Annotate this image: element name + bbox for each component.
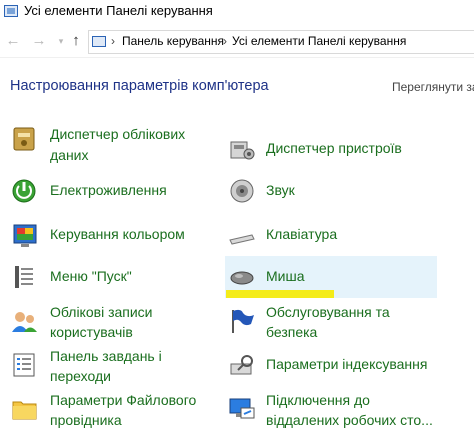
- mouse-icon: [230, 271, 254, 285]
- item-security-maintenance[interactable]: Обслуговування та безпека: [225, 300, 437, 344]
- credential-manager-icon: [13, 127, 35, 151]
- item-label: даних: [50, 147, 89, 163]
- remote-desktop-icon: [229, 398, 255, 419]
- item-label: Обслуговування та: [266, 304, 390, 320]
- item-label: Керування кольором: [50, 226, 185, 242]
- speaker-icon: [230, 179, 254, 203]
- item-label: провідника: [50, 412, 122, 428]
- item-label: Параметри Файлового: [50, 392, 197, 408]
- title-bar: Усі елементи Панелі керування: [0, 0, 474, 24]
- start-menu-icon: [15, 266, 33, 288]
- color-management-icon: [13, 224, 37, 247]
- item-label: Параметри індексування: [266, 356, 428, 372]
- item-user-accounts[interactable]: Облікові записи користувачів: [8, 300, 218, 344]
- item-label: Миша: [266, 268, 305, 284]
- navigation-bar: ← → ▾ ↑ › Панель керування › Усі елемент…: [0, 26, 474, 58]
- taskbar-icon: [13, 353, 35, 377]
- item-credential-manager[interactable]: Диспетчер облікових даних: [8, 108, 218, 170]
- breadcrumb-separator: ›: [111, 34, 115, 48]
- item-start-menu[interactable]: Меню "Пуск": [8, 258, 218, 298]
- item-taskbar[interactable]: Панель завдань і переходи: [8, 344, 218, 388]
- arrow-up-icon[interactable]: ↑: [67, 32, 85, 50]
- item-power-options[interactable]: Електроживлення: [8, 172, 218, 212]
- highlighter-mark: [226, 290, 334, 298]
- item-label: Облікові записи: [50, 304, 153, 320]
- window-title: Усі елементи Панелі керування: [24, 3, 213, 18]
- item-remote-desktop[interactable]: Підключення до віддалених робочих сто...: [225, 388, 437, 432]
- item-label: Клавіатура: [266, 226, 338, 242]
- item-label: користувачів: [50, 324, 133, 340]
- folder-options-icon: [12, 401, 37, 420]
- address-bar[interactable]: › Панель керування › Усі елементи Панелі…: [88, 30, 474, 54]
- item-indexing-options[interactable]: Параметри індексування: [225, 346, 437, 386]
- page-title: Настроювання параметрів комп'ютера: [10, 78, 269, 94]
- keyboard-icon: [229, 234, 255, 245]
- item-label: віддалених робочих сто...: [266, 412, 433, 428]
- user-accounts-icon: [12, 312, 37, 332]
- breadcrumb-all-items[interactable]: Усі елементи Панелі керування: [232, 34, 406, 48]
- item-label: Панель завдань і: [50, 348, 162, 364]
- item-label: безпека: [266, 324, 318, 340]
- item-keyboard[interactable]: Клавіатура: [225, 216, 437, 256]
- item-device-manager[interactable]: Диспетчер пристроїв: [225, 130, 437, 170]
- item-label: Меню "Пуск": [50, 268, 132, 284]
- item-file-explorer-options[interactable]: Параметри Файлового провідника: [8, 388, 218, 432]
- item-sound[interactable]: Звук: [225, 172, 437, 212]
- arrow-right-icon[interactable]: →: [30, 32, 48, 50]
- control-panel-icon: [4, 5, 18, 17]
- device-manager-icon: [230, 141, 255, 160]
- flag-icon: [232, 309, 254, 333]
- item-label: Електроживлення: [50, 182, 167, 198]
- view-by-label: Переглянути за: [392, 80, 474, 94]
- item-label: переходи: [50, 368, 111, 384]
- breadcrumb-separator: ›: [223, 34, 227, 48]
- indexing-icon: [230, 355, 253, 375]
- power-options-icon: [12, 179, 36, 203]
- item-color-management[interactable]: Керування кольором: [8, 216, 218, 256]
- control-panel-icon: [92, 36, 106, 47]
- breadcrumb-control-panel[interactable]: Панель керування: [122, 34, 224, 48]
- item-label: Звук: [266, 182, 295, 198]
- arrow-left-icon[interactable]: ←: [4, 32, 22, 50]
- item-label: Диспетчер облікових: [50, 126, 186, 142]
- item-label: Диспетчер пристроїв: [266, 140, 402, 156]
- item-label: Підключення до: [266, 392, 370, 408]
